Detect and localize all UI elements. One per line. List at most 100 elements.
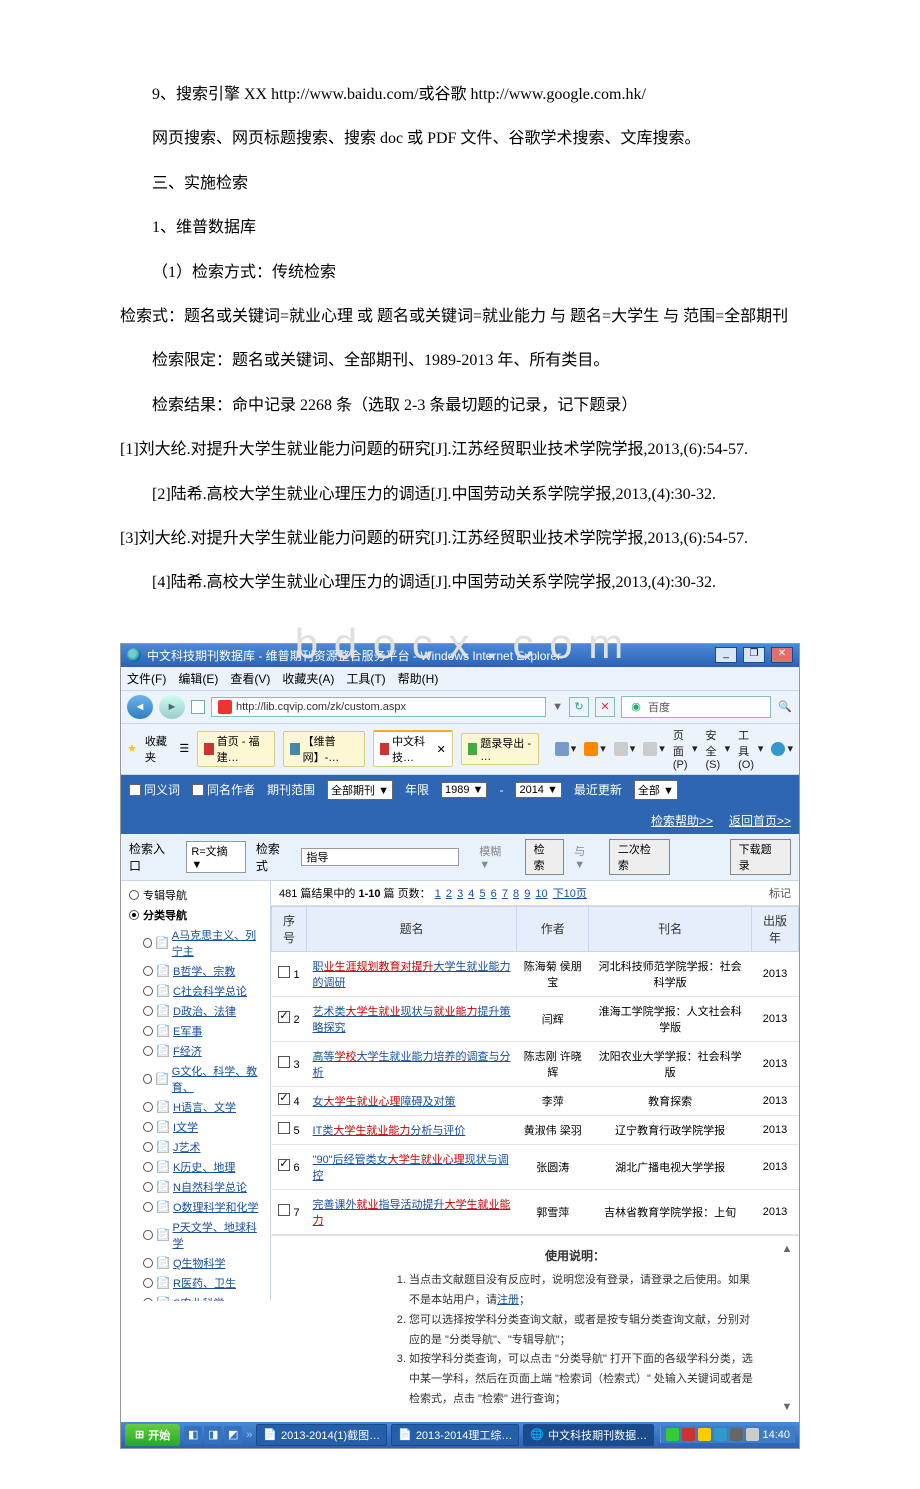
category-radio[interactable]: [143, 1046, 153, 1056]
download-records-button[interactable]: 下载题录: [730, 839, 791, 875]
tray-icon[interactable]: [666, 1428, 679, 1441]
page-link[interactable]: 9: [524, 888, 530, 900]
category-radio[interactable]: [143, 938, 152, 948]
scroll-up-icon[interactable]: ▲: [782, 1240, 793, 1260]
suggested-sites-icon[interactable]: ☰: [179, 742, 189, 755]
page-link[interactable]: 8: [513, 888, 519, 900]
tray-icon[interactable]: [746, 1428, 759, 1441]
category-radio[interactable]: [143, 1230, 153, 1240]
result-title-link[interactable]: 艺术类大学生就业现状与就业能力提升策略探究: [313, 1006, 511, 1034]
browser-search-box[interactable]: ◉ 百度: [621, 696, 771, 718]
coauthor-checkbox[interactable]: 同名作者: [192, 781, 255, 798]
tray-icon[interactable]: [682, 1428, 695, 1441]
taskbar-item-active[interactable]: 🌐中文科技期刊数据…: [523, 1424, 654, 1446]
quicklaunch-icon[interactable]: ◩: [224, 1426, 242, 1444]
tray-icon[interactable]: [698, 1428, 711, 1441]
page-link[interactable]: 1: [435, 888, 441, 900]
favorites-star-icon[interactable]: ★: [127, 742, 137, 755]
print-button[interactable]: ▾: [643, 727, 665, 771]
address-bar[interactable]: http://lib.cqvip.com/zk/custom.aspx: [211, 697, 546, 717]
result-title-link[interactable]: 女大学生就业心理障碍及对策: [313, 1096, 456, 1108]
taskbar-item[interactable]: 📄2013-2014理工综…: [391, 1424, 519, 1446]
search-button[interactable]: 检索: [525, 839, 565, 875]
page-link[interactable]: 5: [479, 888, 485, 900]
safety-menu[interactable]: 安全(S) ▾: [705, 727, 730, 771]
menu-edit[interactable]: 编辑(E): [178, 670, 218, 687]
category-item[interactable]: G文化、科学、教育、: [121, 1061, 270, 1097]
row-checkbox[interactable]: [278, 1204, 290, 1216]
search-help-link[interactable]: 检索帮助>>: [651, 812, 713, 829]
close-button[interactable]: ✕: [771, 647, 793, 663]
synonym-checkbox[interactable]: 同义词: [129, 781, 180, 798]
category-item[interactable]: H语言、文学: [121, 1097, 270, 1117]
tray-icon[interactable]: [730, 1428, 743, 1441]
year-to-select[interactable]: 2014 ▼: [515, 782, 561, 798]
journal-range-select[interactable]: 全部期刊 ▼: [327, 780, 393, 800]
tab-2[interactable]: 【维普网】-…: [283, 731, 365, 767]
page-menu[interactable]: 页面(P) ▾: [673, 727, 698, 771]
row-checkbox[interactable]: [278, 1056, 290, 1068]
recent-select[interactable]: 全部 ▼: [634, 780, 678, 800]
page-link[interactable]: 7: [502, 888, 508, 900]
category-radio[interactable]: [143, 1026, 153, 1036]
row-checkbox[interactable]: [278, 1159, 290, 1171]
category-item[interactable]: K历史、地理: [121, 1157, 270, 1177]
search-go-button[interactable]: 🔍: [777, 700, 793, 713]
category-radio[interactable]: [143, 1102, 153, 1112]
menu-file[interactable]: 文件(F): [127, 670, 166, 687]
category-item[interactable]: P天文学、地球科学: [121, 1217, 270, 1253]
tools-menu[interactable]: 工具(O) ▾: [738, 727, 763, 771]
fuzzy-option[interactable]: 模糊 ▼: [479, 843, 514, 871]
tab-4[interactable]: 题录导出 - …: [461, 733, 539, 765]
tab-1[interactable]: 首页 - 福建…: [197, 731, 275, 767]
result-title-link[interactable]: 职业生涯规划教育对提升大学生就业能力的调研: [313, 961, 511, 989]
register-link[interactable]: 注册: [497, 1294, 519, 1306]
and-option[interactable]: 与 ▼: [574, 843, 599, 871]
category-radio[interactable]: [143, 1258, 153, 1268]
nav-category-radio[interactable]: 分类导航: [121, 905, 270, 925]
category-item[interactable]: Q生物科学: [121, 1253, 270, 1273]
category-radio[interactable]: [143, 986, 153, 996]
category-item[interactable]: C社会科学总论: [121, 981, 270, 1001]
menu-view[interactable]: 查看(V): [230, 670, 270, 687]
search-expression-input[interactable]: [301, 848, 459, 866]
stop-button[interactable]: ✕: [595, 697, 615, 717]
category-radio[interactable]: [143, 1162, 153, 1172]
category-item[interactable]: D政治、法律: [121, 1001, 270, 1021]
category-radio[interactable]: [143, 1074, 152, 1084]
category-radio[interactable]: [143, 1278, 153, 1288]
category-radio[interactable]: [143, 1182, 153, 1192]
secondary-search-button[interactable]: 二次检索: [609, 839, 670, 875]
category-radio[interactable]: [143, 1122, 153, 1132]
back-button[interactable]: ◄: [127, 695, 153, 719]
category-radio[interactable]: [143, 1006, 153, 1016]
start-button[interactable]: ⊞ 开始: [125, 1424, 180, 1446]
category-radio[interactable]: [143, 1142, 153, 1152]
category-item[interactable]: O数理科学和化学: [121, 1197, 270, 1217]
page-link[interactable]: 2: [446, 888, 452, 900]
category-item[interactable]: B哲学、宗教: [121, 961, 270, 981]
category-item[interactable]: N自然科学总论: [121, 1177, 270, 1197]
category-radio[interactable]: [143, 966, 153, 976]
page-link[interactable]: 4: [468, 888, 474, 900]
page-link[interactable]: 6: [491, 888, 497, 900]
category-item[interactable]: A马克思主义、列宁主: [121, 925, 270, 961]
category-item[interactable]: J艺术: [121, 1137, 270, 1157]
feeds-button[interactable]: ▾: [584, 727, 606, 771]
page-link[interactable]: 下10页: [553, 888, 587, 900]
return-home-link[interactable]: 返回首页>>: [729, 812, 791, 829]
minimize-button[interactable]: _: [715, 647, 737, 663]
forward-button[interactable]: ►: [159, 695, 185, 719]
mail-button[interactable]: ▾: [614, 727, 636, 771]
result-title-link[interactable]: 完善课外就业指导活动提升大学生就业能力: [313, 1199, 511, 1227]
row-checkbox[interactable]: [278, 966, 290, 978]
menu-tools[interactable]: 工具(T): [346, 670, 385, 687]
taskbar-item[interactable]: 📄2013-2014(1)截图…: [256, 1424, 387, 1446]
category-item[interactable]: I文学: [121, 1117, 270, 1137]
scroll-down-icon[interactable]: ▼: [782, 1398, 793, 1418]
result-title-link[interactable]: IT类大学生就业能力分析与评价: [313, 1125, 466, 1137]
close-tab-icon[interactable]: ✕: [437, 743, 446, 756]
refresh-button[interactable]: ↻: [569, 697, 589, 717]
nav-special-radio[interactable]: 专辑导航: [121, 885, 270, 905]
history-dropdown[interactable]: [191, 700, 205, 714]
